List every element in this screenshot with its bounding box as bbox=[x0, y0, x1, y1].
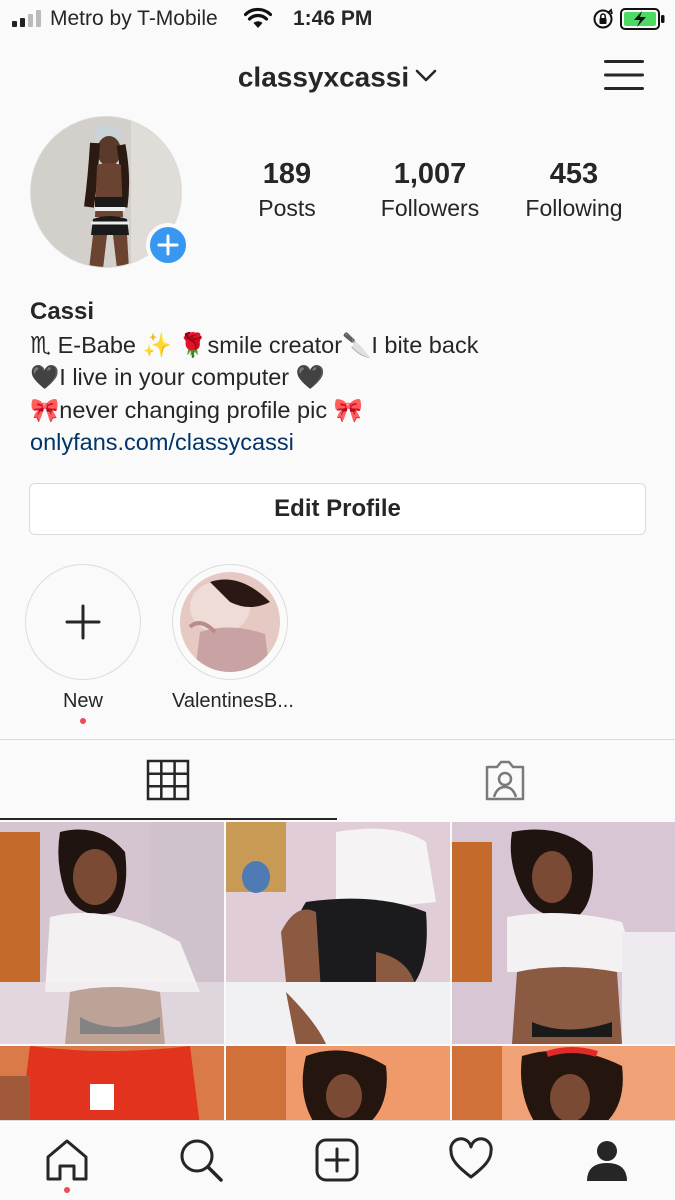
status-bar: Metro by T-Mobile 1:46 PM bbox=[0, 0, 675, 38]
username-title: classyxcassi bbox=[237, 61, 410, 93]
home-active-dot bbox=[64, 1187, 70, 1193]
bio-line: 🎀never changing profile pic 🎀 bbox=[30, 396, 363, 423]
highlight-valentines[interactable]: ValentinesB... bbox=[172, 564, 294, 713]
orientation-lock-icon bbox=[593, 8, 613, 29]
following-count[interactable]: 453 Following bbox=[499, 158, 649, 222]
clock: 1:46 PM bbox=[293, 7, 373, 30]
nav-search[interactable] bbox=[178, 1137, 224, 1183]
following-label: Following bbox=[525, 195, 623, 221]
posts-label: Posts bbox=[258, 195, 316, 221]
profile-icon bbox=[587, 1141, 627, 1181]
highlight-ring bbox=[25, 564, 141, 680]
post-thumbnail[interactable] bbox=[0, 822, 224, 1044]
battery-charging-icon bbox=[620, 8, 665, 30]
followers-count[interactable]: 1,007 Followers bbox=[355, 158, 505, 222]
posts-grid bbox=[0, 820, 675, 1120]
post-thumbnail[interactable] bbox=[0, 1046, 224, 1120]
highlight-label: ValentinesB... bbox=[172, 690, 294, 712]
nav-profile[interactable] bbox=[584, 1137, 630, 1183]
wifi-icon bbox=[244, 7, 272, 28]
edit-profile-button[interactable]: Edit Profile bbox=[29, 483, 646, 535]
tab-tagged[interactable] bbox=[338, 740, 675, 820]
tab-grid[interactable] bbox=[0, 740, 337, 820]
nav-home[interactable] bbox=[44, 1137, 90, 1183]
menu-icon[interactable] bbox=[604, 58, 644, 92]
posts-value: 189 bbox=[262, 158, 312, 190]
heart-icon bbox=[449, 1137, 493, 1179]
post-thumbnail[interactable] bbox=[452, 1046, 675, 1120]
bio-link[interactable]: onlyfans.com/classycassi bbox=[30, 426, 650, 459]
followers-label: Followers bbox=[380, 195, 480, 221]
tagged-icon bbox=[485, 760, 525, 801]
bio-line: 🖤I live in your computer 🖤 bbox=[30, 364, 325, 390]
account-switcher[interactable]: classyxcassi bbox=[0, 60, 675, 94]
highlight-label: New bbox=[62, 690, 103, 712]
carrier-name: Metro by T-Mobile bbox=[50, 7, 218, 30]
add-story-button[interactable] bbox=[146, 223, 190, 267]
nav-new-post[interactable] bbox=[314, 1137, 360, 1183]
grid-icon bbox=[146, 759, 190, 801]
posts-count[interactable]: 189 Posts bbox=[212, 158, 362, 222]
add-post-icon bbox=[315, 1138, 359, 1182]
profile-bio: Cassi ♏ E-Babe ✨ 🌹smile creator🔪I bite b… bbox=[30, 296, 650, 459]
bottom-navigation bbox=[0, 1120, 675, 1200]
plus-icon bbox=[65, 604, 101, 640]
post-thumbnail[interactable] bbox=[226, 822, 450, 1044]
nav-activity[interactable] bbox=[448, 1137, 494, 1183]
display-name: Cassi bbox=[30, 298, 95, 325]
post-thumbnail[interactable] bbox=[226, 1046, 450, 1120]
new-indicator-dot bbox=[80, 718, 86, 724]
highlight-new[interactable]: New bbox=[25, 564, 141, 724]
bio-line: ♏ E-Babe ✨ 🌹smile creator🔪I bite back bbox=[30, 331, 479, 358]
plus-icon bbox=[157, 234, 179, 256]
following-value: 453 bbox=[549, 158, 599, 190]
signal-strength-icon bbox=[12, 10, 41, 27]
search-icon bbox=[180, 1139, 223, 1182]
home-icon bbox=[46, 1139, 88, 1181]
chevron-down-icon bbox=[415, 69, 437, 81]
post-thumbnail[interactable] bbox=[452, 822, 675, 1044]
highlight-thumbnail bbox=[180, 572, 280, 672]
profile-header: classyxcassi bbox=[0, 40, 675, 114]
profile-stats: 189 Posts 1,007 Followers 453 Following bbox=[212, 158, 652, 238]
followers-value: 1,007 bbox=[393, 158, 467, 190]
highlight-ring bbox=[172, 564, 288, 680]
